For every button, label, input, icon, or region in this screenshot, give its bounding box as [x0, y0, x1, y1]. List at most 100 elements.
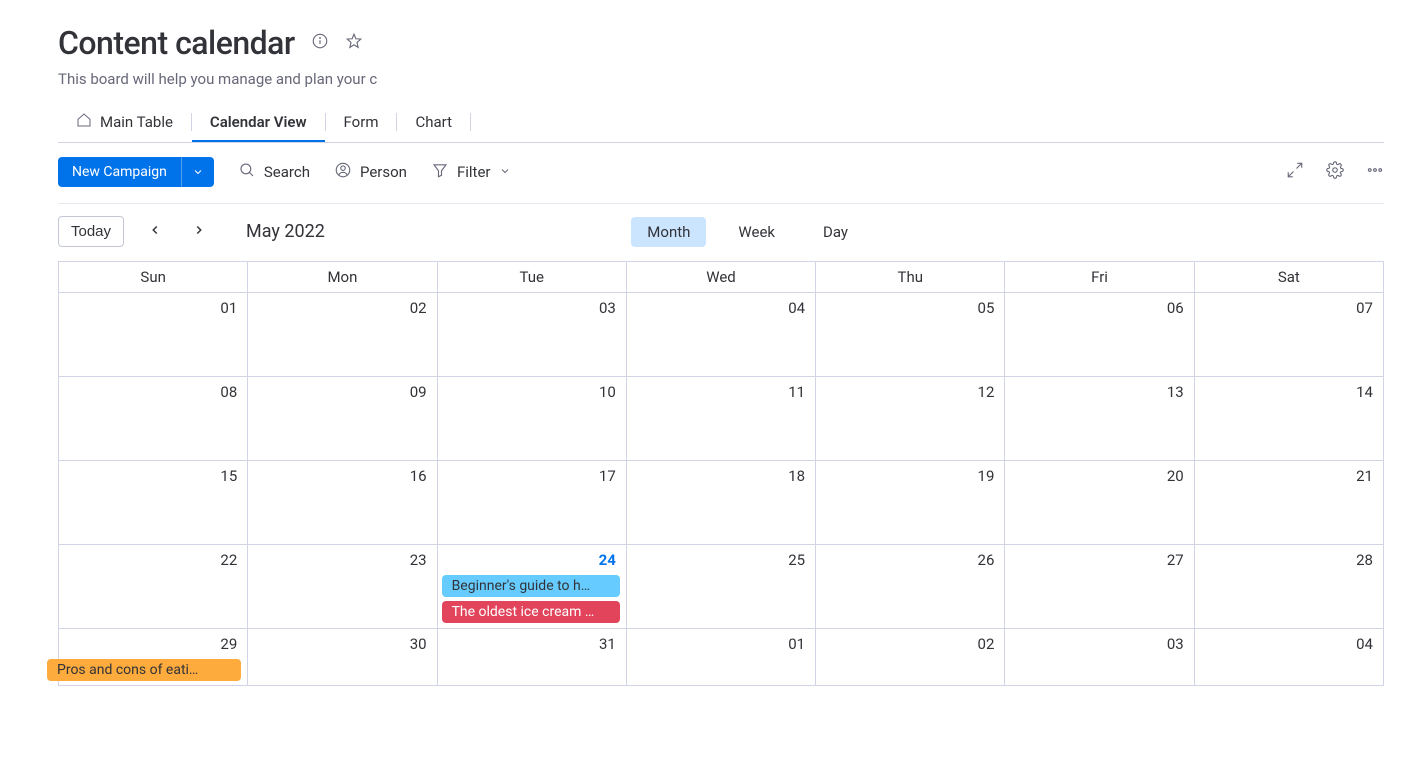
- calendar-cell[interactable]: 05: [815, 293, 1004, 377]
- calendar-cell[interactable]: 25: [626, 545, 815, 629]
- calendar-cell[interactable]: 15: [58, 461, 247, 545]
- day-number: 10: [442, 381, 620, 403]
- calendar-cell[interactable]: 06: [1004, 293, 1193, 377]
- day-number: 29: [63, 633, 241, 655]
- day-number: 21: [1199, 465, 1377, 487]
- chevron-down-icon: [499, 163, 511, 181]
- view-day[interactable]: Day: [807, 217, 864, 247]
- day-number: 01: [63, 297, 241, 319]
- person-tool[interactable]: Person: [334, 161, 407, 183]
- calendar-cell[interactable]: 22: [58, 545, 247, 629]
- calendar-cell[interactable]: 14: [1194, 377, 1383, 461]
- calendar-cell[interactable]: 20: [1004, 461, 1193, 545]
- day-number: 12: [820, 381, 998, 403]
- day-number: 24: [442, 549, 620, 571]
- day-number: 20: [1009, 465, 1187, 487]
- day-number: 05: [820, 297, 998, 319]
- search-icon: [238, 161, 256, 183]
- chevron-down-icon[interactable]: [181, 157, 214, 187]
- calendar-cell[interactable]: 08: [58, 377, 247, 461]
- day-number: 08: [63, 381, 241, 403]
- tab-label: Calendar View: [210, 113, 307, 131]
- day-number: 06: [1009, 297, 1187, 319]
- day-number: 17: [442, 465, 620, 487]
- calendar-cell[interactable]: 10: [437, 377, 626, 461]
- view-tabs: Main Table Calendar View Form Chart: [58, 102, 1384, 143]
- calendar-event[interactable]: Beginner's guide to h…: [442, 575, 620, 597]
- calendar-cell[interactable]: 19: [815, 461, 1004, 545]
- calendar-cell[interactable]: 07: [1194, 293, 1383, 377]
- calendar-cell[interactable]: 04: [626, 293, 815, 377]
- day-number: 02: [252, 297, 430, 319]
- calendar-cell[interactable]: 09: [247, 377, 436, 461]
- star-icon[interactable]: [345, 32, 363, 54]
- person-icon: [334, 161, 352, 183]
- day-number: 01: [631, 633, 809, 655]
- day-number: 11: [631, 381, 809, 403]
- day-number: 07: [1199, 297, 1377, 319]
- search-tool[interactable]: Search: [238, 161, 310, 183]
- calendar-cell[interactable]: 13: [1004, 377, 1193, 461]
- calendar-cell[interactable]: 18: [626, 461, 815, 545]
- day-number: 27: [1009, 549, 1187, 571]
- calendar-event[interactable]: Pros and cons of eati…: [47, 659, 241, 681]
- filter-icon: [431, 161, 449, 183]
- day-number: 31: [442, 633, 620, 655]
- calendar-cell[interactable]: 30: [247, 629, 436, 685]
- tab-main-table[interactable]: Main Table: [58, 102, 191, 142]
- filter-label: Filter: [457, 163, 491, 181]
- tab-separator: [470, 113, 471, 131]
- day-number: 09: [252, 381, 430, 403]
- day-number: 18: [631, 465, 809, 487]
- calendar-cell[interactable]: 11: [626, 377, 815, 461]
- more-icon[interactable]: [1366, 161, 1384, 183]
- next-button[interactable]: [186, 219, 212, 245]
- day-number: 15: [63, 465, 241, 487]
- info-icon[interactable]: [311, 32, 329, 54]
- tab-calendar-view[interactable]: Calendar View: [192, 103, 325, 141]
- calendar-grid: SunMonTueWedThuFriSat 010203040506070809…: [58, 261, 1384, 686]
- day-header: Fri: [1004, 262, 1193, 293]
- calendar-cell[interactable]: 01: [626, 629, 815, 685]
- calendar-cell[interactable]: 16: [247, 461, 436, 545]
- calendar-cell[interactable]: 28: [1194, 545, 1383, 629]
- day-header: Wed: [626, 262, 815, 293]
- calendar-cell[interactable]: 24 Beginner's guide to h… The oldest ice c…: [437, 545, 626, 629]
- calendar-cell[interactable]: 26: [815, 545, 1004, 629]
- view-month[interactable]: Month: [631, 217, 706, 247]
- calendar-cell[interactable]: 17: [437, 461, 626, 545]
- tab-form[interactable]: Form: [326, 103, 397, 141]
- calendar-cell[interactable]: 27: [1004, 545, 1193, 629]
- search-label: Search: [264, 163, 310, 181]
- new-campaign-label: New Campaign: [58, 157, 181, 187]
- toolbar: New Campaign Search Person Filter: [58, 143, 1384, 201]
- today-button[interactable]: Today: [58, 216, 124, 247]
- prev-button[interactable]: [142, 219, 168, 245]
- filter-tool[interactable]: Filter: [431, 161, 511, 183]
- day-number: 23: [252, 549, 430, 571]
- calendar-cell[interactable]: 02: [815, 629, 1004, 685]
- new-campaign-button[interactable]: New Campaign: [58, 157, 214, 187]
- gear-icon[interactable]: [1326, 161, 1344, 183]
- day-number: 28: [1199, 549, 1377, 571]
- day-number: 04: [631, 297, 809, 319]
- day-header: Sat: [1194, 262, 1383, 293]
- expand-icon[interactable]: [1286, 161, 1304, 183]
- calendar-cell[interactable]: 29Pros and cons of eati…: [58, 629, 247, 685]
- tab-chart[interactable]: Chart: [397, 103, 470, 141]
- view-week[interactable]: Week: [722, 217, 791, 247]
- calendar-cell[interactable]: 01: [58, 293, 247, 377]
- calendar-event[interactable]: The oldest ice cream …: [442, 601, 620, 623]
- calendar-cell[interactable]: 23: [247, 545, 436, 629]
- page-title: Content calendar: [58, 24, 295, 62]
- calendar-cell[interactable]: 03: [1004, 629, 1193, 685]
- calendar-cell[interactable]: 31: [437, 629, 626, 685]
- calendar-cell[interactable]: 12: [815, 377, 1004, 461]
- calendar-cell[interactable]: 04: [1194, 629, 1383, 685]
- calendar-cell[interactable]: 21: [1194, 461, 1383, 545]
- day-number: 19: [820, 465, 998, 487]
- calendar-cell[interactable]: 02: [247, 293, 436, 377]
- board-subtitle: This board will help you manage and plan…: [58, 70, 378, 88]
- month-label: May 2022: [246, 221, 325, 242]
- calendar-cell[interactable]: 03: [437, 293, 626, 377]
